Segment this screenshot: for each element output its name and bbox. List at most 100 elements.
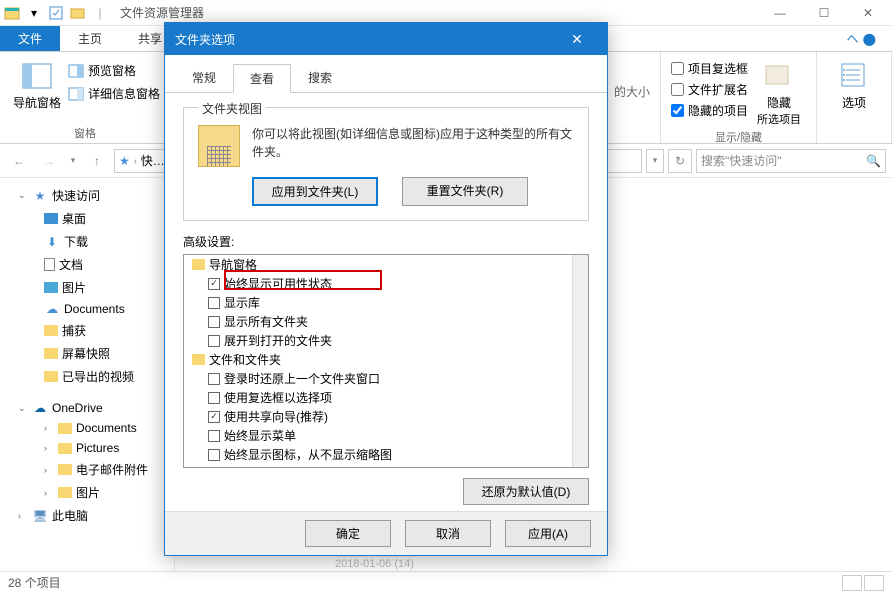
tree-node-show-tooltip[interactable]: 鼠标指向文件夹和桌面项时显示提示信息 [184,464,588,468]
sidebar-this-pc[interactable]: ›🖥此电脑 [0,504,174,527]
folder-icon [44,348,58,359]
item-checkbox-input[interactable] [671,62,684,75]
file-ext-label: 文件扩展名 [688,81,748,98]
checkbox-icon[interactable] [208,335,220,347]
chevron-right-icon[interactable]: › [44,465,54,475]
item-checkbox-checkbox[interactable]: 项目复选框 [671,58,748,79]
ok-button[interactable]: 确定 [305,520,391,547]
checkbox-icon[interactable] [208,392,220,404]
chevron-right-icon[interactable]: › [18,511,28,521]
checkbox-icon[interactable] [208,297,220,309]
sidebar-documents-en[interactable]: ☁Documents [0,299,174,319]
dialog-close-button[interactable]: ✕ [557,23,597,55]
tree-label: 导航窗格 [209,256,257,273]
folder-icon [58,464,72,475]
tree-node-show-libs[interactable]: 显示库 [184,293,588,312]
sidebar-onedrive[interactable]: ⌄☁OneDrive [0,398,174,418]
checkbox-icon[interactable] [208,316,220,328]
refresh-button[interactable]: ↻ [668,149,692,173]
checkbox-icon[interactable] [208,449,220,461]
tree-node-expand-open[interactable]: 展开到打开的文件夹 [184,331,588,350]
options-button[interactable]: 选项 [827,56,881,111]
file-ext-checkbox[interactable]: 文件扩展名 [671,79,748,100]
details-view-icon[interactable] [842,575,862,591]
qat-dropdown-icon[interactable]: ▾ [24,3,44,23]
tree-node-show-availability[interactable]: 始终显示可用性状态 [184,274,588,293]
tree-label: 始终显示可用性状态 [224,275,332,292]
tree-node-restore-prev[interactable]: 登录时还原上一个文件夹窗口 [184,369,588,388]
sidebar-downloads[interactable]: ⬇下载 [0,230,174,253]
sidebar-od-email[interactable]: › 电子邮件附件 [0,458,174,481]
nav-pane-button[interactable]: 导航窗格 [10,56,64,111]
restore-defaults-button[interactable]: 还原为默认值(D) [463,478,589,505]
tree-node-use-sharing[interactable]: 使用共享向导(推荐) [184,407,588,426]
tree-node-nav-pane[interactable]: 导航窗格 [184,255,588,274]
hide-selected-button[interactable]: 隐藏 所选项目 [752,56,806,127]
sidebar-item-label: 电子邮件附件 [76,461,148,478]
close-button[interactable]: ✕ [846,0,890,26]
tree-node-always-menu[interactable]: 始终显示菜单 [184,426,588,445]
recent-dropdown[interactable]: ▾ [66,148,80,174]
sidebar-desktop[interactable]: 桌面 [0,207,174,230]
tab-general[interactable]: 常规 [175,63,233,92]
maximize-button[interactable]: ☐ [802,0,846,26]
chevron-right-icon[interactable]: › [44,443,54,453]
sidebar-od-pictures[interactable]: ›Pictures [0,438,174,458]
ribbon-group-panes: 导航窗格 预览窗格 详细信息窗格 窗格 [0,52,171,143]
tree-node-always-icons[interactable]: 始终显示图标，从不显示缩略图 [184,445,588,464]
tab-file[interactable]: 文件 [0,26,60,51]
chevron-down-icon[interactable]: ⌄ [18,190,28,201]
preview-pane-button[interactable]: 预览窗格 [68,60,160,81]
up-button[interactable]: ↑ [84,148,110,174]
nav-pane-icon [21,60,53,92]
sidebar-screenshots[interactable]: 屏幕快照 [0,342,174,365]
ribbon-collapse[interactable]: ヘ⬤ [831,26,892,51]
icons-view-icon[interactable] [864,575,884,591]
sidebar-quick-access[interactable]: ⌄★快速访问 [0,184,174,207]
tree-node-use-checkbox[interactable]: 使用复选框以选择项 [184,388,588,407]
sidebar-od-pictures-cn[interactable]: ›图片 [0,481,174,504]
tree-node-show-all-folders[interactable]: 显示所有文件夹 [184,312,588,331]
file-ext-input[interactable] [671,83,684,96]
hidden-items-input[interactable] [671,104,684,117]
folder-icon [192,259,205,270]
advanced-settings-tree[interactable]: 导航窗格 始终显示可用性状态 显示库 显示所有文件夹 展开到打开的文件夹 文件和… [183,254,589,468]
address-dropdown[interactable]: ▾ [646,149,664,173]
sidebar-exported-video[interactable]: 已导出的视频 [0,365,174,388]
sidebar-documents[interactable]: 文档 [0,253,174,276]
checkbox-icon[interactable] [208,373,220,385]
quick-access-star-icon: ★ [119,154,130,168]
sidebar-item-label: 下载 [64,233,88,250]
checkbox-checked-icon[interactable] [208,468,220,469]
hidden-items-checkbox[interactable]: 隐藏的项目 [671,100,748,121]
sidebar-od-documents[interactable]: ›Documents [0,418,174,438]
sidebar-captures[interactable]: 捕获 [0,319,174,342]
apply-to-folders-button[interactable]: 应用到文件夹(L) [252,177,378,206]
options-label: 选项 [842,94,866,111]
apply-button[interactable]: 应用(A) [505,520,591,547]
cancel-button[interactable]: 取消 [405,520,491,547]
tab-home[interactable]: 主页 [60,26,120,51]
tree-node-files-folders[interactable]: 文件和文件夹 [184,350,588,369]
details-pane-button[interactable]: 详细信息窗格 [68,83,160,104]
chevron-right-icon[interactable]: › [44,488,54,498]
back-button[interactable]: ← [6,148,32,174]
tree-scrollbar[interactable] [572,255,588,467]
qat-properties-icon[interactable] [46,3,66,23]
help-icon[interactable]: ⬤ [863,32,876,46]
minimize-button[interactable]: — [758,0,802,26]
details-pane-label: 详细信息窗格 [88,85,160,102]
checkbox-icon[interactable] [208,430,220,442]
chevron-right-icon[interactable]: › [44,423,54,433]
checkbox-checked-icon[interactable] [208,278,220,290]
sidebar-pictures[interactable]: 图片 [0,276,174,299]
folder-icon [44,325,58,336]
search-box[interactable]: 搜索"快速访问" 🔍 [696,149,886,173]
forward-button[interactable]: → [36,148,62,174]
tab-search[interactable]: 搜索 [291,63,349,92]
tab-view[interactable]: 查看 [233,64,291,93]
chevron-down-icon[interactable]: ⌄ [18,403,28,414]
reset-folders-button[interactable]: 重置文件夹(R) [402,177,528,206]
checkbox-checked-icon[interactable] [208,411,220,423]
qat-newfolder-icon[interactable] [68,3,88,23]
